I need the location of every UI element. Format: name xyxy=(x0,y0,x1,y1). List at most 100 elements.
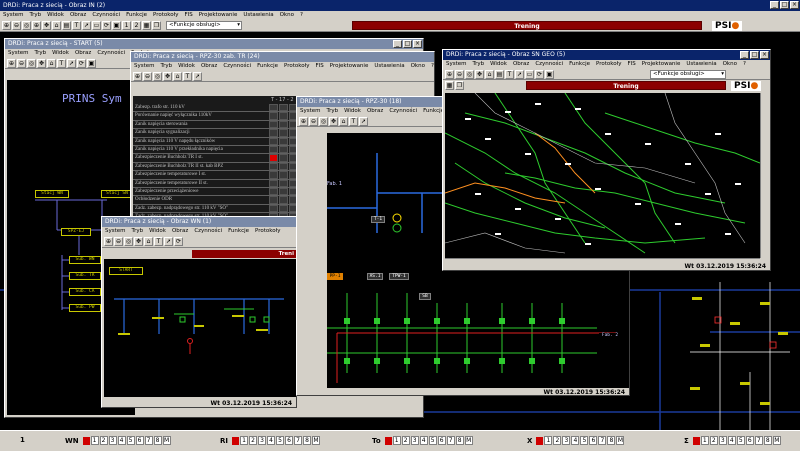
signal-indicator[interactable] xyxy=(269,120,278,129)
page-1-button[interactable]: 1 xyxy=(122,21,131,30)
page-number-button[interactable]: 6 xyxy=(285,436,293,445)
print-icon[interactable]: ▤ xyxy=(495,69,504,79)
wn-menu-item[interactable]: Protokoły xyxy=(255,227,280,236)
main-menu-item[interactable]: ? xyxy=(300,11,303,20)
page-number-button[interactable]: 6 xyxy=(437,436,446,445)
window-wn-titlebar[interactable]: DRDi: Praca z siecią - Obraz WN (1) xyxy=(102,217,296,227)
signal-indicator[interactable] xyxy=(279,171,288,179)
box-spz-ej[interactable]: SPZ-EJ xyxy=(61,228,91,236)
rpz_list-menu-item[interactable]: Projektowanie xyxy=(330,62,369,71)
page-number-button[interactable]: 3 xyxy=(718,436,727,445)
page-number-button[interactable]: 5 xyxy=(428,436,437,445)
grid-icon[interactable]: ▦ xyxy=(445,81,454,90)
geo-functions-combo[interactable]: <Funkcje obsługi> xyxy=(650,69,726,79)
signal-indicator[interactable] xyxy=(269,162,278,171)
zoom-fit-icon[interactable]: ◎ xyxy=(153,71,162,81)
page-number-button[interactable]: 1 xyxy=(700,436,709,445)
page-number-button[interactable]: 1 xyxy=(544,436,553,445)
rpz_list-menu-item[interactable]: Tryb xyxy=(161,62,173,71)
arrow-icon[interactable]: ➚ xyxy=(67,58,76,68)
page-number-button[interactable]: 2 xyxy=(553,436,562,445)
page-number-button[interactable]: 7 xyxy=(754,436,763,445)
home-icon[interactable]: ⌂ xyxy=(144,237,153,246)
zoom-fit-icon[interactable]: ◎ xyxy=(22,21,31,30)
page-number-button[interactable]: 6 xyxy=(135,436,144,445)
page-number-button[interactable]: 4 xyxy=(419,436,428,445)
wn-menu-item[interactable]: Czynności xyxy=(194,227,222,236)
label-pp1[interactable]: PP-1 xyxy=(327,273,343,280)
text-icon[interactable]: T xyxy=(505,69,514,79)
save-icon[interactable]: ▣ xyxy=(545,69,554,79)
pan-icon[interactable]: ✥ xyxy=(134,237,143,246)
rpz_list-menu-item[interactable]: Obraz xyxy=(201,62,217,71)
close-icon[interactable]: × xyxy=(413,40,422,48)
home-icon[interactable]: ⌂ xyxy=(52,21,61,30)
car-icon[interactable]: ▭ xyxy=(92,21,101,30)
geo-vertical-scrollbar[interactable] xyxy=(760,93,770,258)
page-number-button[interactable]: 1 xyxy=(90,436,99,445)
rpz30-menu-item[interactable]: Obraz xyxy=(367,107,383,116)
maximize-icon[interactable]: □ xyxy=(780,1,789,9)
signal-indicator[interactable] xyxy=(269,179,278,187)
main-menu-item[interactable]: Okno xyxy=(280,11,294,20)
zoom-fit-icon[interactable]: ◎ xyxy=(124,237,133,246)
rpz_list-menu-item[interactable]: ? xyxy=(431,62,434,71)
car-icon[interactable]: ▭ xyxy=(525,69,534,79)
wn-menu-item[interactable]: Tryb xyxy=(132,227,144,236)
page-number-button[interactable]: 4 xyxy=(571,436,580,445)
zoom-in-icon[interactable]: ⊕ xyxy=(445,69,454,79)
signal-indicator[interactable] xyxy=(279,196,288,204)
signal-indicator[interactable] xyxy=(269,129,278,137)
print-icon[interactable]: ▤ xyxy=(62,21,71,30)
save-icon[interactable]: ▣ xyxy=(112,21,121,30)
pan-icon[interactable]: ✥ xyxy=(163,71,172,81)
window-wn[interactable]: DRDi: Praca z siecią - Obraz WN (1) Syst… xyxy=(101,216,297,408)
signal-indicator[interactable] xyxy=(279,129,288,137)
page-number-button[interactable]: 1 xyxy=(240,436,248,445)
page-number-button[interactable]: 2 xyxy=(709,436,718,445)
main-menu-item[interactable]: System xyxy=(3,11,24,20)
window-icon[interactable]: ❐ xyxy=(455,81,464,90)
zoom-out-icon[interactable]: ⊖ xyxy=(143,71,152,81)
signal-indicator[interactable] xyxy=(279,179,288,187)
rpz30-menu-item[interactable]: Tryb xyxy=(327,107,339,116)
zoom-in-icon[interactable]: ⊕ xyxy=(133,71,142,81)
box-stacja-sn[interactable]: Stacj SN xyxy=(101,190,133,198)
home-icon[interactable]: ⌂ xyxy=(339,116,348,126)
rpz_list-menu-item[interactable]: System xyxy=(134,62,155,71)
page-number-button[interactable]: 2 xyxy=(99,436,108,445)
wn-menu-item[interactable]: Obraz xyxy=(172,227,188,236)
zoom-in-icon[interactable]: ⊕ xyxy=(299,116,308,126)
window-geo-titlebar[interactable]: DRDi: Praca z siecią - Obraz SN GEO (5) … xyxy=(443,50,770,60)
page-number-button[interactable]: 5 xyxy=(736,436,745,445)
page-number-button[interactable]: 1 xyxy=(392,436,401,445)
signal-indicator[interactable] xyxy=(279,104,288,112)
arrow-icon[interactable]: ➚ xyxy=(193,71,202,81)
grid-icon[interactable]: ▦ xyxy=(142,21,151,30)
page-group-label[interactable]: RI xyxy=(220,437,228,445)
close-icon[interactable]: × xyxy=(760,51,769,59)
page-number-button[interactable]: 5 xyxy=(276,436,284,445)
minimize-icon[interactable]: _ xyxy=(740,51,749,59)
box-sub-wn[interactable]: Sub. WN xyxy=(69,256,101,264)
signal-indicator[interactable] xyxy=(269,145,278,154)
page-number-button[interactable]: 7 xyxy=(294,436,302,445)
page-group-label[interactable]: X xyxy=(527,437,532,445)
main-menu-item[interactable]: Tryb xyxy=(30,11,42,20)
page-number-button[interactable]: 4 xyxy=(267,436,275,445)
page-2-button[interactable]: 2 xyxy=(132,21,141,30)
main-menu-item[interactable]: Widok xyxy=(47,11,64,20)
home-icon[interactable]: ⌂ xyxy=(47,58,56,68)
page-number-button[interactable]: 6 xyxy=(745,436,754,445)
text-icon[interactable]: T xyxy=(349,116,358,126)
minimize-icon[interactable]: _ xyxy=(770,1,779,9)
zoom-in-icon[interactable]: ⊕ xyxy=(104,237,113,246)
pan-icon[interactable]: ✥ xyxy=(329,116,338,126)
page-group-label[interactable]: To xyxy=(372,437,381,445)
rpz_list-menu-item[interactable]: Protokoły xyxy=(284,62,309,71)
geo-menu-item[interactable]: Ustawienia xyxy=(686,60,716,69)
maximize-icon[interactable]: □ xyxy=(750,51,759,59)
page-number-button[interactable]: 3 xyxy=(258,436,266,445)
window-icon[interactable]: ❐ xyxy=(152,21,161,30)
rpz30-menu-item[interactable]: Funkcje xyxy=(423,107,444,116)
